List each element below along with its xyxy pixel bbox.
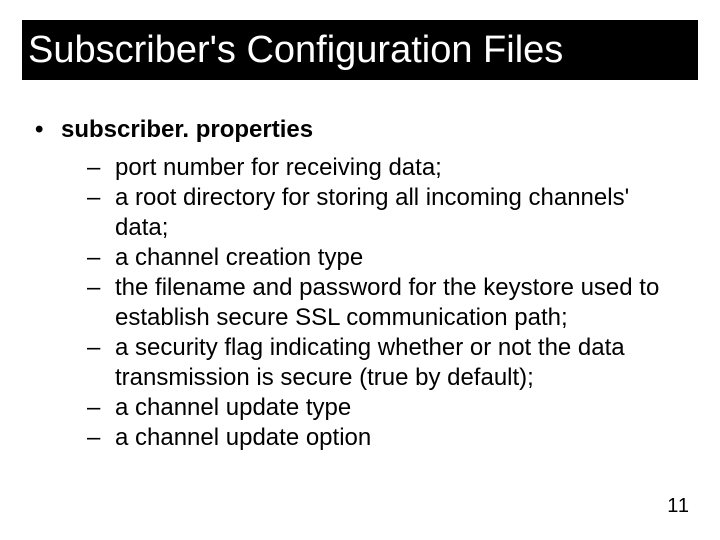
slide-body: • subscriber. properties – port number f…	[35, 115, 685, 453]
dash-icon: –	[87, 423, 105, 453]
sub-list: – port number for receiving data; – a ro…	[87, 153, 685, 453]
list-item-text: port number for receiving data;	[115, 153, 442, 183]
list-item-text: a security flag indicating whether or no…	[115, 333, 685, 393]
list-item: – port number for receiving data;	[87, 153, 685, 183]
title-bar: Subscriber's Configuration Files	[22, 20, 698, 80]
list-item: – the filename and password for the keys…	[87, 273, 685, 333]
list-item: – a root directory for storing all incom…	[87, 183, 685, 243]
list-item-text: the filename and password for the keysto…	[115, 273, 685, 333]
dash-icon: –	[87, 333, 105, 393]
list-item: – a security flag indicating whether or …	[87, 333, 685, 393]
list-item-text: a channel update type	[115, 393, 351, 423]
slide: Subscriber's Configuration Files • subsc…	[0, 0, 720, 540]
list-item: – a channel update option	[87, 423, 685, 453]
dash-icon: –	[87, 183, 105, 243]
list-item-text: a root directory for storing all incomin…	[115, 183, 685, 243]
bullet-icon: •	[35, 115, 51, 145]
slide-title: Subscriber's Configuration Files	[22, 29, 563, 72]
dash-icon: –	[87, 393, 105, 423]
list-item: – a channel creation type	[87, 243, 685, 273]
list-item-text: a channel update option	[115, 423, 371, 453]
dash-icon: –	[87, 243, 105, 273]
list-item: • subscriber. properties	[35, 115, 685, 145]
list-item-text: a channel creation type	[115, 243, 363, 273]
list-item: – a channel update type	[87, 393, 685, 423]
page-number: 11	[667, 495, 690, 518]
dash-icon: –	[87, 273, 105, 333]
topic-label: subscriber. properties	[61, 115, 313, 145]
dash-icon: –	[87, 153, 105, 183]
